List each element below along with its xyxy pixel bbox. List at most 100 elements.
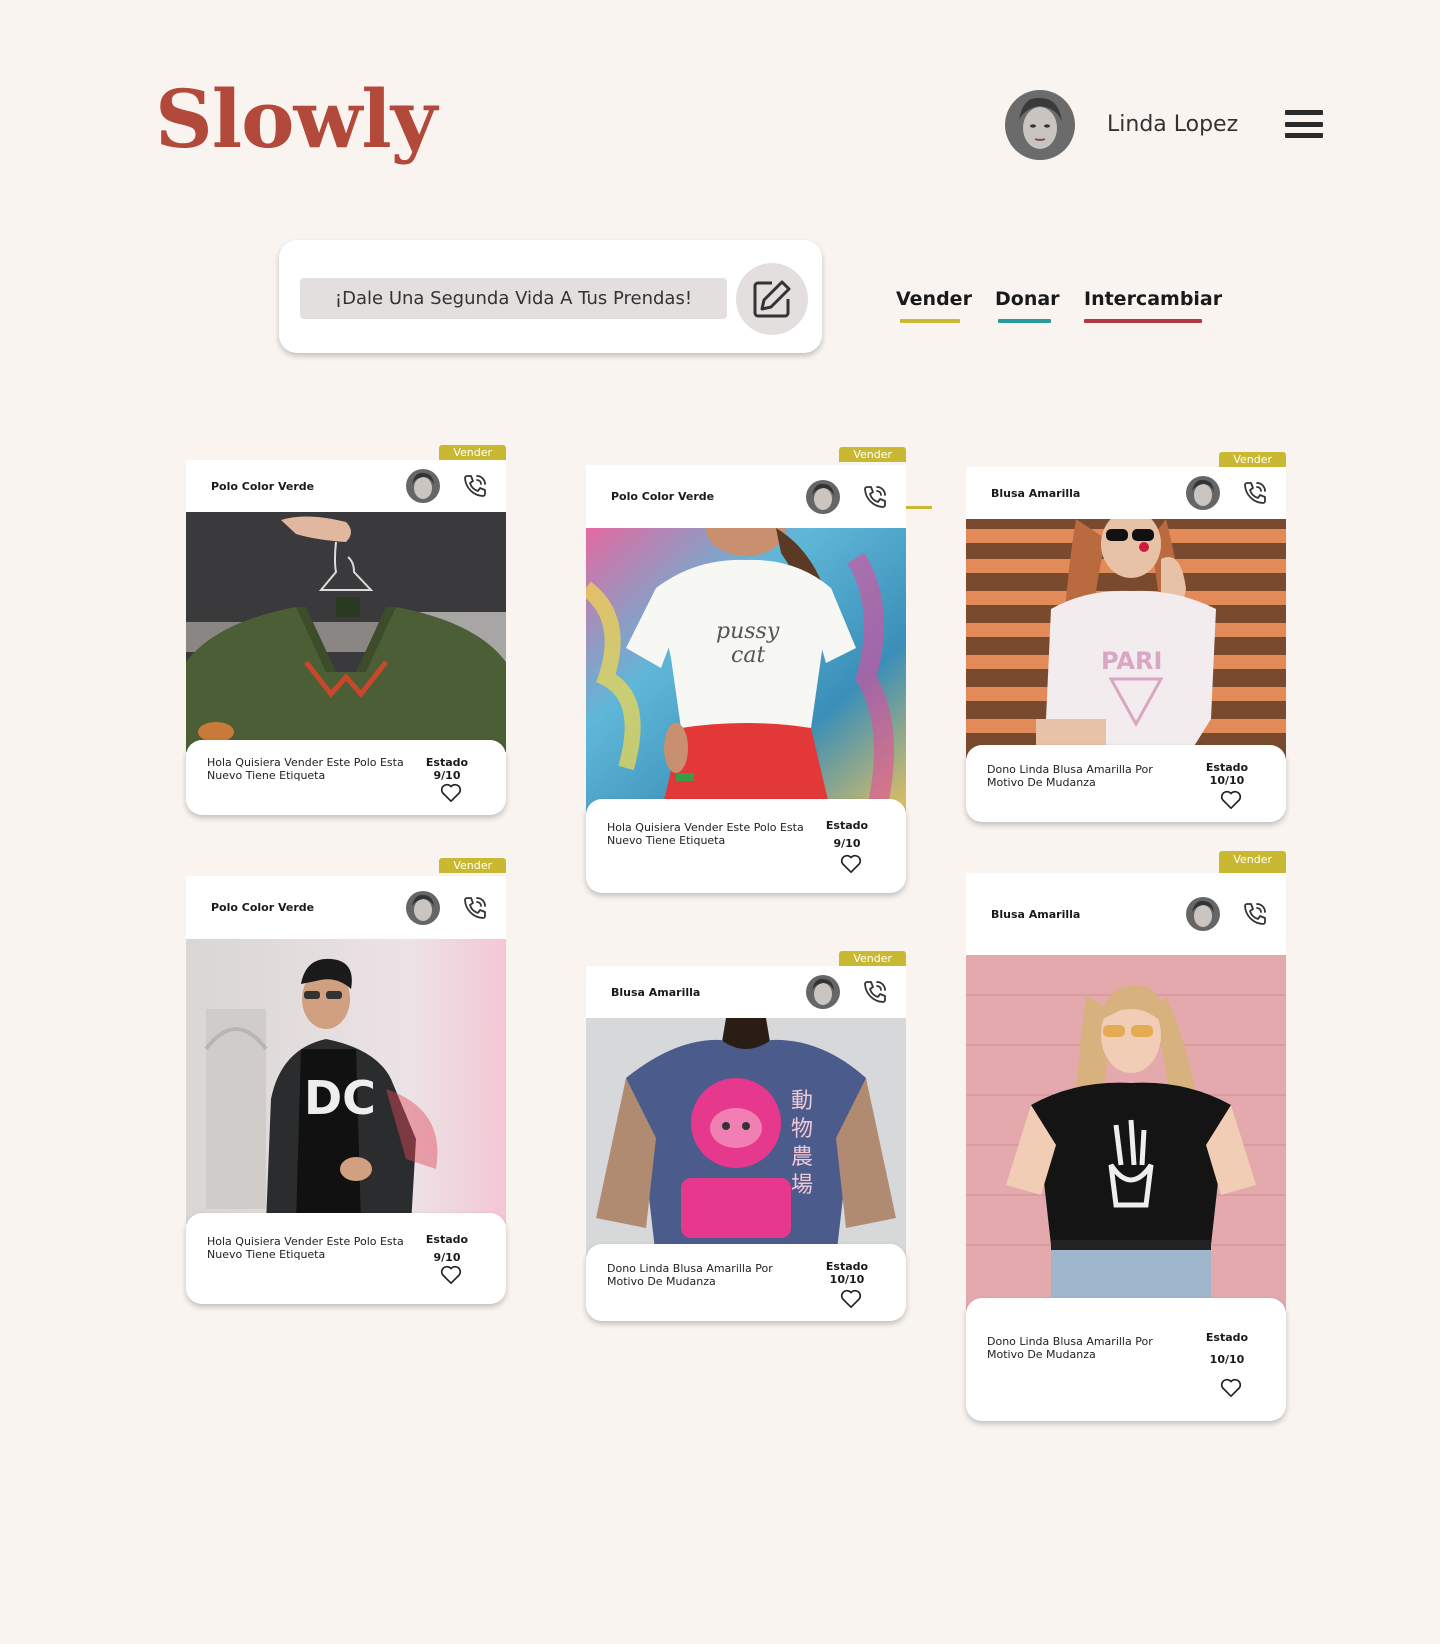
product-image[interactable]: DC (186, 939, 506, 1224)
card-header: Blusa Amarilla (586, 966, 906, 1018)
listing-type-badge: Vender (1219, 452, 1286, 467)
product-title[interactable]: Blusa Amarilla (611, 986, 806, 999)
condition-value: 10/10 (1209, 1353, 1245, 1366)
seller-avatar[interactable] (406, 890, 440, 925)
product-title[interactable]: Blusa Amarilla (991, 908, 1186, 921)
card-footer: Hola Quisiera Vender Este Polo Esta Nuev… (186, 1213, 506, 1304)
edit-post-button[interactable] (736, 263, 808, 335)
product-title[interactable]: Polo Color Verde (211, 901, 406, 914)
condition-label: Estado (1205, 761, 1249, 774)
condition-label: Estado (425, 1233, 469, 1246)
condition-rating: Estado 9/10 (824, 819, 870, 850)
product-image[interactable]: 動 物 農 場 (586, 1018, 906, 1258)
post-prompt-input[interactable]: ¡Dale Una Segunda Vida A Tus Prendas! (300, 278, 727, 319)
user-name[interactable]: Linda Lopez (1107, 112, 1238, 137)
heart-icon[interactable] (1220, 1378, 1242, 1398)
svg-text:PARI: PARI (1101, 647, 1162, 675)
svg-text:農: 農 (791, 1145, 813, 1170)
heart-icon[interactable] (840, 854, 862, 874)
condition-label: Estado (425, 756, 469, 769)
condition-rating: Estado 10/10 (1204, 761, 1250, 787)
product-image[interactable]: PARI (966, 519, 1286, 759)
card-footer: Hola Quisiera Vender Este Polo Esta Nuev… (186, 740, 506, 815)
product-description: Dono Linda Blusa Amarilla Por Motivo De … (607, 1262, 773, 1288)
listing-type-badge: Vender (439, 445, 506, 460)
listing-type-badge: Vender (839, 447, 906, 462)
seller-avatar[interactable] (1186, 476, 1220, 510)
seller-avatar[interactable] (806, 479, 840, 514)
condition-rating: Estado 10/10 (1204, 1331, 1250, 1366)
listing-type-badge: Vender (839, 951, 906, 966)
seller-avatar[interactable] (1186, 897, 1220, 931)
svg-text:DC: DC (304, 1071, 376, 1125)
condition-label: Estado (825, 1260, 869, 1273)
condition-value: 9/10 (833, 837, 861, 850)
product-description: Dono Linda Blusa Amarilla Por Motivo De … (987, 1335, 1153, 1361)
heart-icon[interactable] (440, 783, 462, 803)
tab-intercambiar[interactable]: Intercambiar (1084, 288, 1222, 310)
card-footer: Dono Linda Blusa Amarilla Por Motivo De … (966, 745, 1286, 822)
card-footer: Dono Linda Blusa Amarilla Por Motivo De … (966, 1298, 1286, 1421)
condition-rating: Estado 9/10 (424, 756, 470, 782)
phone-call-icon[interactable] (460, 893, 490, 923)
edit-icon (753, 280, 791, 318)
heart-icon[interactable] (840, 1289, 862, 1309)
card-header: Polo Color Verde (186, 460, 506, 512)
svg-text:物: 物 (791, 1117, 813, 1142)
phone-call-icon[interactable] (860, 482, 890, 512)
tab-vender[interactable]: Vender (896, 288, 972, 310)
heart-icon[interactable] (440, 1265, 462, 1285)
card-header: Polo Color Verde (186, 876, 506, 939)
product-description: Hola Quisiera Vender Este Polo Esta Nuev… (207, 756, 404, 782)
user-avatar[interactable] (1005, 90, 1075, 160)
svg-text:cat: cat (731, 643, 765, 668)
card-header: Blusa Amarilla (966, 873, 1286, 955)
condition-rating: Estado 9/10 (424, 1233, 470, 1264)
seller-avatar[interactable] (406, 469, 440, 503)
product-image[interactable] (186, 512, 506, 752)
phone-call-icon[interactable] (460, 471, 490, 501)
tab-donar[interactable]: Donar (995, 288, 1060, 310)
tab-intercambiar-underline (1084, 319, 1202, 323)
condition-label: Estado (825, 819, 869, 832)
product-card[interactable]: Vender Blusa Amarilla PARI Dono Linda Bl… (966, 452, 1286, 822)
product-card[interactable]: Vender Blusa Amarilla Dono Linda Blusa A… (966, 851, 1286, 1421)
tab-vender-underline (900, 319, 960, 323)
card-header: Polo Color Verde (586, 465, 906, 528)
svg-text:場: 場 (791, 1173, 813, 1198)
card-header: Blusa Amarilla (966, 467, 1286, 519)
product-description: Dono Linda Blusa Amarilla Por Motivo De … (987, 763, 1153, 789)
product-card[interactable]: Vender Blusa Amarilla 動 物 農 場 Dono Linda… (586, 951, 906, 1321)
card-footer: Hola Quisiera Vender Este Polo Esta Nuev… (586, 799, 906, 893)
tab-donar-underline (998, 319, 1051, 323)
phone-call-icon[interactable] (1240, 899, 1270, 929)
product-title[interactable]: Polo Color Verde (611, 490, 806, 503)
product-title[interactable]: Polo Color Verde (211, 480, 406, 493)
svg-text:pussy: pussy (716, 619, 780, 644)
condition-value: 10/10 (1209, 774, 1245, 787)
product-description: Hola Quisiera Vender Este Polo Esta Nuev… (207, 1235, 404, 1261)
product-card[interactable]: Vender Polo Color Verde DC Hola Quisiera… (186, 858, 506, 1304)
hamburger-menu-icon[interactable] (1285, 110, 1323, 138)
condition-value: 9/10 (433, 1251, 461, 1264)
condition-rating: Estado 10/10 (824, 1260, 870, 1286)
heart-icon[interactable] (1220, 790, 1242, 810)
condition-value: 9/10 (433, 769, 461, 782)
listing-type-badge: Vender (1219, 851, 1286, 873)
product-description: Hola Quisiera Vender Este Polo Esta Nuev… (607, 821, 804, 847)
condition-label: Estado (1205, 1331, 1249, 1344)
product-card[interactable]: Vender Polo Color Verde Hola Quisiera Ve… (186, 445, 506, 815)
product-card[interactable]: Vender Polo Color Verde pussy cat Hola Q… (586, 447, 906, 893)
phone-call-icon[interactable] (860, 977, 890, 1007)
card-footer: Dono Linda Blusa Amarilla Por Motivo De … (586, 1244, 906, 1321)
svg-text:動: 動 (791, 1089, 813, 1114)
product-title[interactable]: Blusa Amarilla (991, 487, 1186, 500)
condition-value: 10/10 (829, 1273, 865, 1286)
product-image[interactable] (966, 955, 1286, 1315)
app-logo[interactable]: Slowly (155, 72, 437, 166)
listing-type-badge: Vender (439, 858, 506, 873)
composer-card: ¡Dale Una Segunda Vida A Tus Prendas! (279, 240, 822, 353)
phone-call-icon[interactable] (1240, 478, 1270, 508)
seller-avatar[interactable] (806, 975, 840, 1009)
product-image[interactable]: pussy cat (586, 528, 906, 813)
